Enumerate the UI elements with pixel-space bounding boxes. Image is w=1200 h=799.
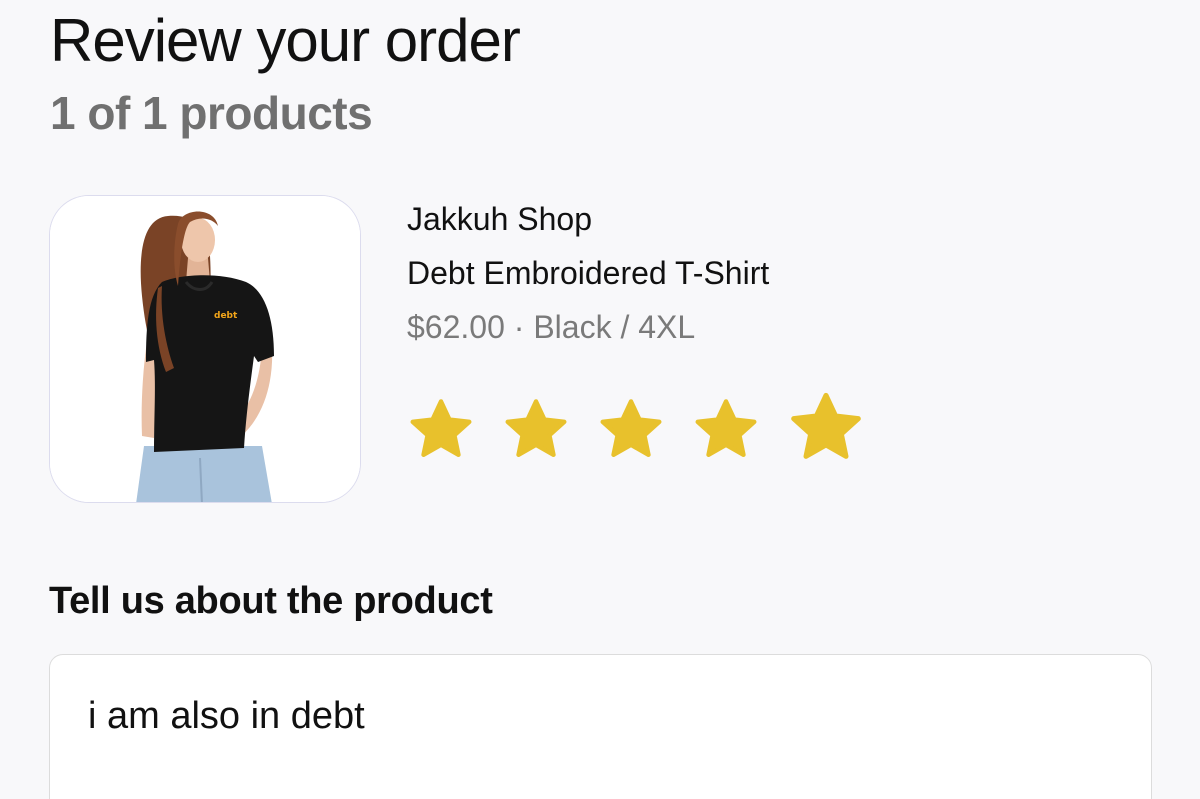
star-5-icon[interactable] bbox=[786, 388, 866, 468]
page-title: Review your order bbox=[50, 7, 521, 74]
star-1-icon[interactable] bbox=[406, 395, 476, 465]
star-2-icon[interactable] bbox=[501, 395, 571, 465]
product-info: Jakkuh Shop Debt Embroidered T-Shirt $62… bbox=[407, 198, 769, 348]
shop-name: Jakkuh Shop bbox=[407, 201, 593, 237]
product-photo: debt bbox=[50, 196, 360, 502]
star-4-icon[interactable] bbox=[691, 395, 761, 465]
review-textarea[interactable]: i am also in debt bbox=[49, 654, 1152, 799]
star-rating[interactable] bbox=[406, 392, 891, 468]
product-price-variant: $62.00 · Black / 4XL bbox=[407, 309, 696, 345]
review-text[interactable]: i am also in debt bbox=[88, 695, 365, 737]
star-3-icon[interactable] bbox=[596, 395, 666, 465]
product-image: debt bbox=[49, 195, 361, 503]
review-order-page: Review your order 1 of 1 products debt J… bbox=[0, 0, 1200, 799]
product-counter: 1 of 1 products bbox=[50, 87, 373, 139]
product-name: Debt Embroidered T-Shirt bbox=[407, 255, 770, 291]
shirt-embroidery: debt bbox=[214, 311, 238, 321]
review-section-label: Tell us about the product bbox=[49, 580, 493, 622]
